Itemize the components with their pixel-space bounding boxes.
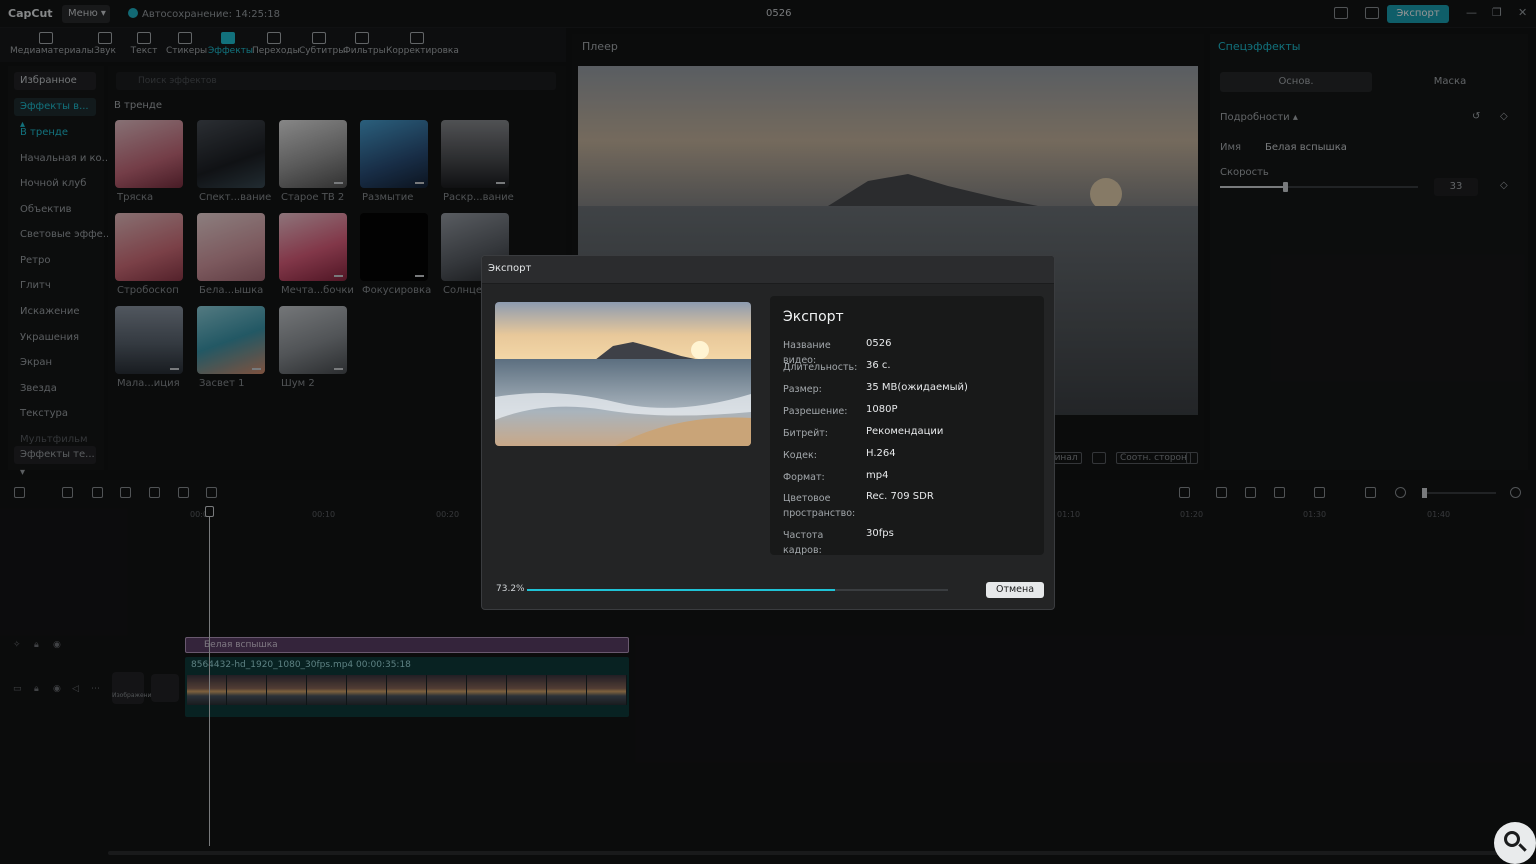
info-key: Кодек:: [783, 450, 817, 461]
info-key: Цветовое пространство:: [783, 493, 856, 519]
info-value: 1080P: [866, 404, 898, 415]
info-value: 35 MB(ожидаемый): [866, 382, 968, 393]
export-preview: [495, 302, 751, 446]
dialog-title: Экспорт: [488, 263, 532, 274]
info-value: H.264: [866, 448, 896, 459]
info-value: 30fps: [866, 528, 894, 539]
cancel-button[interactable]: Отмена: [986, 582, 1044, 598]
info-value: Рекомендации: [866, 426, 944, 437]
export-progress-fill: [527, 589, 836, 591]
info-value: Rec. 709 SDR: [866, 491, 934, 502]
export-info: Экспорт Название видео: 0526 Длительност…: [770, 296, 1044, 556]
capcut-window: CapCut Меню ▾ Автосохранение: 14:25:18 0…: [0, 0, 1536, 864]
info-key: Разрешение:: [783, 406, 848, 417]
export-dialog: Экспорт Экспорт Название видео: 0526 Дли…: [481, 255, 1055, 610]
magnifier-handle: [1518, 843, 1527, 852]
info-key: Формат:: [783, 472, 825, 483]
info-value: mp4: [866, 470, 889, 481]
info-key: Битрейт:: [783, 428, 829, 439]
info-value: 0526: [866, 338, 892, 349]
progress-percent: 73.2%: [496, 584, 525, 594]
dialog-header: Экспорт: [482, 256, 1054, 284]
preview-image: [495, 302, 751, 446]
magnifier-icon[interactable]: [1494, 822, 1536, 864]
info-key: Длительность:: [783, 362, 858, 373]
info-key: Частота кадров:: [783, 530, 824, 556]
info-heading: Экспорт: [783, 309, 844, 325]
info-key: Размер:: [783, 384, 822, 395]
export-progress-bar: [527, 589, 948, 591]
info-value: 36 с.: [866, 360, 891, 371]
